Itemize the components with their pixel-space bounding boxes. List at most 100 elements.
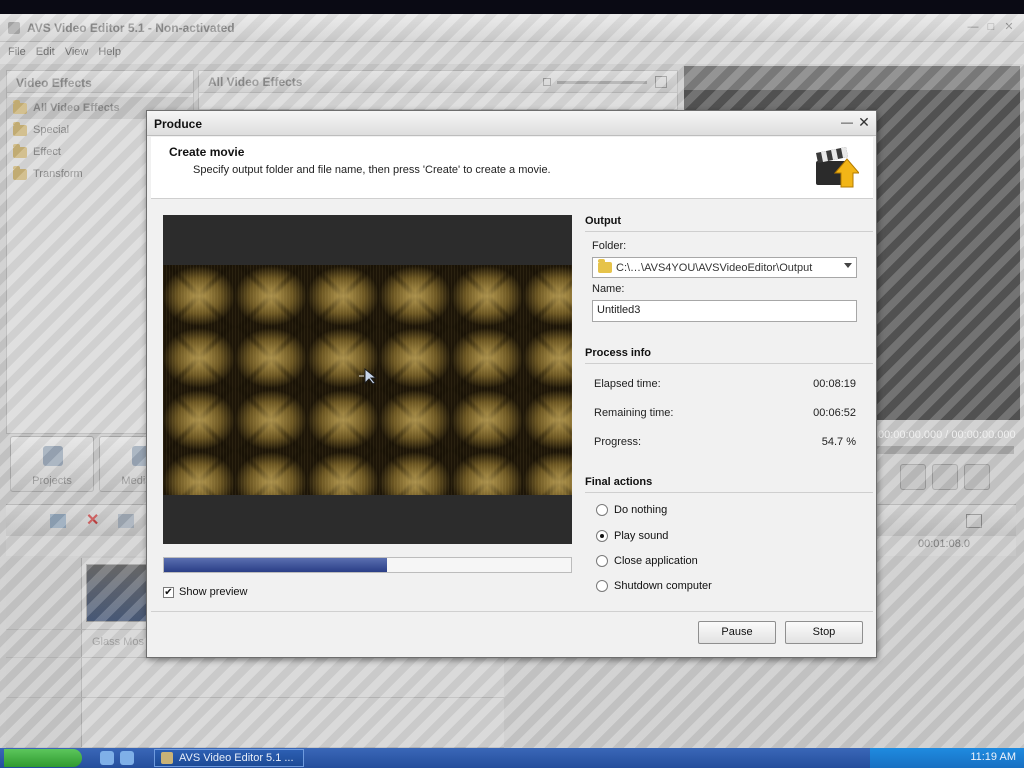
tree-item-label: Transform xyxy=(33,168,83,180)
clock: 11:19 AM xyxy=(970,751,1016,763)
folder-value: C:\…\AVS4YOU\AVSVideoEditor\Output xyxy=(616,261,813,274)
projects-button[interactable]: Projects xyxy=(10,436,94,492)
mouse-cursor-icon xyxy=(359,367,378,385)
taskbar-item-editor[interactable]: AVS Video Editor 5.1 ... xyxy=(154,749,304,767)
name-label: Name: xyxy=(592,283,625,295)
menu-view[interactable]: View xyxy=(65,46,89,60)
menu-edit[interactable]: Edit xyxy=(36,46,55,60)
taskbar: AVS Video Editor 5.1 ... 11:19 AM xyxy=(0,748,1024,768)
snapshot-icon[interactable] xyxy=(932,464,958,490)
produce-dialog: Produce — ✕ Create movie Specify output … xyxy=(146,110,877,658)
folder-icon xyxy=(13,99,27,114)
radio-play-sound[interactable]: Play sound xyxy=(596,530,668,542)
elapsed-time-value: 00:08:19 xyxy=(813,378,856,390)
start-button[interactable] xyxy=(4,749,82,767)
radio-label: Do nothing xyxy=(614,504,668,516)
zoom-in-icon[interactable] xyxy=(655,76,667,88)
dialog-title: Produce xyxy=(154,117,203,131)
delete-icon[interactable]: ✕ xyxy=(86,513,102,529)
desktop-icon[interactable] xyxy=(120,751,134,765)
elapsed-time-label: Elapsed time: xyxy=(594,378,661,390)
quick-launch xyxy=(100,751,134,765)
minimize-icon[interactable]: — xyxy=(966,21,980,34)
maximize-icon[interactable]: □ xyxy=(984,21,998,34)
radio-do-nothing[interactable]: Do nothing xyxy=(596,504,667,516)
radio-label: Play sound xyxy=(614,530,669,542)
effect-clip-label[interactable]: Glass Mos xyxy=(92,636,144,648)
effects-gallery-panel: All Video Effects xyxy=(198,70,678,110)
radio-button[interactable] xyxy=(596,530,608,542)
video-clip[interactable] xyxy=(86,564,148,622)
window-controls: — □ ✕ xyxy=(966,21,1016,34)
preview-timecode: 00:00:00.000 / 00:00:00.000 xyxy=(878,429,1016,441)
fit-timeline-icon[interactable] xyxy=(966,514,982,528)
progress-fill xyxy=(164,558,387,572)
folder-icon xyxy=(13,143,27,158)
tree-item-label: Special xyxy=(33,124,70,136)
show-preview-label: Show preview xyxy=(179,586,248,598)
chevron-down-icon[interactable] xyxy=(844,263,852,268)
process-info-section-title: Process info xyxy=(585,347,873,364)
menu-bar: File Edit View Help xyxy=(0,42,1024,64)
dialog-divider xyxy=(151,611,873,612)
video-preview xyxy=(163,215,572,544)
track-header xyxy=(6,558,82,629)
output-section-title: Output xyxy=(585,215,873,232)
stop-button[interactable]: Stop xyxy=(785,621,863,644)
progress-label: Progress: xyxy=(594,436,642,448)
radio-label: Close application xyxy=(614,555,698,567)
folder-icon xyxy=(598,259,612,273)
system-tray: 11:19 AM xyxy=(870,748,1024,768)
production-progress-bar xyxy=(163,557,572,573)
app-icon xyxy=(8,22,20,34)
menu-file[interactable]: File xyxy=(8,46,26,60)
final-actions-section-title: Final actions xyxy=(585,476,873,493)
menu-help[interactable]: Help xyxy=(98,46,121,60)
app-icon xyxy=(161,752,173,764)
radio-shutdown-computer[interactable]: Shutdown computer xyxy=(596,580,712,592)
preview-header xyxy=(684,66,1020,90)
minimize-icon[interactable]: — xyxy=(840,115,854,129)
zoom-out-icon[interactable] xyxy=(543,78,551,86)
folder-icon xyxy=(13,165,27,180)
create-movie-icon xyxy=(816,147,859,188)
tree-item-label: All Video Effects xyxy=(33,102,120,114)
track-header xyxy=(6,698,82,747)
add-clip-icon[interactable] xyxy=(50,514,66,528)
ruler-timecode: 00:01:08.0 xyxy=(918,538,970,550)
app-titlebar: AVS Video Editor 5.1 - Non-activated — □… xyxy=(0,14,1024,42)
dialog-header: Create movie Specify output folder and f… xyxy=(151,137,873,199)
show-preview-checkbox[interactable]: ✔ xyxy=(163,586,174,598)
radio-button[interactable] xyxy=(596,555,608,567)
close-icon[interactable]: ✕ xyxy=(1002,21,1016,34)
folder-label: Folder: xyxy=(592,240,627,252)
preview-controls xyxy=(900,464,990,490)
radio-button[interactable] xyxy=(596,504,608,516)
radio-label: Shutdown computer xyxy=(614,580,712,592)
clapboard-icon xyxy=(43,446,63,466)
name-field[interactable]: Untitled3 xyxy=(592,300,857,322)
taskbar-item-label: AVS Video Editor 5.1 ... xyxy=(179,752,294,764)
folder-select[interactable]: C:\…\AVS4YOU\AVSVideoEditor\Output xyxy=(592,257,857,278)
dialog-titlebar: Produce — ✕ xyxy=(147,111,876,136)
volume-icon[interactable] xyxy=(964,464,990,490)
track-header xyxy=(6,630,82,657)
tree-item-label: Effect xyxy=(33,146,61,158)
overlay-track xyxy=(6,698,504,748)
remaining-time-label: Remaining time: xyxy=(594,407,674,419)
desktop-background xyxy=(0,0,1024,14)
remaining-time-value: 00:06:52 xyxy=(813,407,856,419)
zoom-slider[interactable] xyxy=(557,81,647,84)
radio-button[interactable] xyxy=(596,580,608,592)
fullscreen-icon[interactable] xyxy=(900,464,926,490)
app-title: AVS Video Editor 5.1 - Non-activated xyxy=(27,21,235,35)
radio-close-application[interactable]: Close application xyxy=(596,555,698,567)
undo-icon[interactable] xyxy=(118,514,134,528)
header-subtitle: Specify output folder and file name, the… xyxy=(193,164,551,176)
pause-button[interactable]: Pause xyxy=(698,621,776,644)
browser-icon[interactable] xyxy=(100,751,114,765)
close-icon[interactable]: ✕ xyxy=(856,114,872,130)
show-preview-toggle[interactable]: ✔ Show preview xyxy=(163,586,247,598)
remaining-time-row: Remaining time: 00:06:52 xyxy=(594,407,856,419)
progress-row: Progress: 54.7 % xyxy=(594,436,856,448)
